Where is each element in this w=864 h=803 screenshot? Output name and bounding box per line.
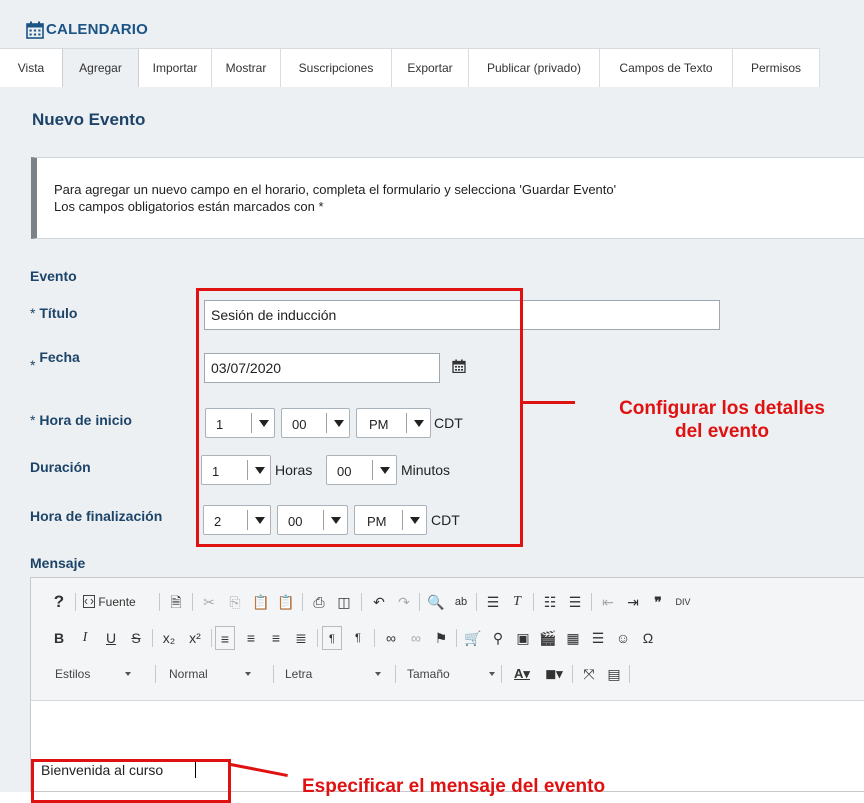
show-blocks-icon[interactable]: ▤ <box>604 662 624 686</box>
editor-toolbar: ? Fuente 🗎 ✂ ⎘ 📋 📋 ⎙ ◫ ↶ ↷ 🔍 ab ☰ T ☷ ☰ … <box>31 578 864 701</box>
event-details-annotation: Configurar los detalles del evento <box>619 398 825 442</box>
section-heading-evento: Evento <box>30 268 77 284</box>
toolbar-row-1: ? Fuente 🗎 ✂ ⎘ 📋 📋 ⎙ ◫ ↶ ↷ 🔍 ab ☰ T ☷ ☰ … <box>51 590 861 614</box>
copy-icon[interactable]: ⎘ <box>225 590 245 614</box>
end-time-label: Hora de finalización <box>30 508 163 524</box>
rtl-icon[interactable]: ¶ <box>348 626 368 650</box>
underline-icon[interactable]: U <box>103 626 119 650</box>
ltr-icon[interactable]: ¶ <box>322 626 342 650</box>
message-highlight-box <box>31 759 231 803</box>
blockquote-icon[interactable]: ❞ <box>648 590 668 614</box>
paste-text-icon[interactable]: 📋 <box>276 590 296 614</box>
tab-exportar[interactable]: Exportar <box>392 49 469 87</box>
tab-bar: Vista Agregar Importar Mostrar Suscripci… <box>0 48 820 87</box>
tab-campos-de-texto[interactable]: Campos de Texto <box>600 49 733 87</box>
instructions-line-1: Para agregar un nuevo campo en el horari… <box>54 182 617 197</box>
message-annotation: Especificar el mensaje del evento <box>302 776 606 797</box>
indent-icon[interactable]: ⇥ <box>623 590 643 614</box>
pin-icon[interactable]: ⚲ <box>488 626 508 650</box>
bulleted-list-icon[interactable]: ☰ <box>565 590 585 614</box>
tab-importar[interactable]: Importar <box>139 49 212 87</box>
font-combo[interactable]: Letra <box>285 662 395 686</box>
image-icon[interactable]: ▣ <box>513 626 533 650</box>
tool-header: CALENDARIO <box>0 8 864 48</box>
tab-agregar[interactable]: Agregar <box>62 49 139 87</box>
help-icon[interactable]: ? <box>51 590 67 614</box>
required-mark: * <box>30 305 36 321</box>
paste-icon[interactable]: 📋 <box>251 590 271 614</box>
tab-vista[interactable]: Vista <box>0 49 63 87</box>
replace-icon[interactable]: ab <box>451 590 471 614</box>
justify-icon[interactable]: ≣ <box>291 626 311 650</box>
calendar-icon <box>26 21 44 39</box>
size-combo[interactable]: Tamaño <box>407 662 497 686</box>
date-label: * Fecha <box>30 349 80 373</box>
chevron-down-icon <box>375 672 381 676</box>
new-page-icon[interactable]: 🗎 <box>166 590 186 614</box>
source-button[interactable]: Fuente <box>83 590 155 614</box>
page-title: Nuevo Evento <box>32 110 146 129</box>
cut-icon[interactable]: ✂ <box>199 590 219 614</box>
maximize-icon[interactable]: ⤧ <box>579 662 599 686</box>
event-details-highlight-box <box>196 288 523 547</box>
start-time-label: * Hora de inicio <box>30 412 132 428</box>
instructions-box: Para agregar un nuevo campo en el horari… <box>31 157 864 239</box>
chevron-down-icon <box>125 672 131 676</box>
message-label: Mensaje <box>30 555 86 571</box>
text-color-icon[interactable]: A▾ <box>509 662 535 686</box>
align-left-icon[interactable]: ≡ <box>215 626 235 650</box>
table-icon[interactable]: ▦ <box>563 626 583 650</box>
bold-icon[interactable]: B <box>51 626 67 650</box>
tab-publicar[interactable]: Publicar (privado) <box>469 49 600 87</box>
toolbar-row-2: B I U S x₂ x² ≡ ≡ ≡ ≣ ¶ ¶ ∞ ∞ ⚑ 🛒 ⚲ ▣ 🎬 … <box>51 626 861 650</box>
horizontal-line-icon[interactable]: ☰ <box>588 626 608 650</box>
tab-permisos[interactable]: Permisos <box>733 49 820 87</box>
required-mark: * <box>30 412 36 428</box>
link-icon[interactable]: ∞ <box>381 626 401 650</box>
shopping-cart-icon[interactable]: 🛒 <box>463 626 483 650</box>
tab-suscripciones[interactable]: Suscripciones <box>281 49 392 87</box>
spellcheck-icon[interactable]: ☰ <box>483 590 503 614</box>
strikethrough-icon[interactable]: S <box>128 626 144 650</box>
print-icon[interactable]: ⎙ <box>309 590 329 614</box>
templates-icon[interactable]: ◫ <box>334 590 354 614</box>
anchor-icon[interactable]: ⚑ <box>431 626 451 650</box>
toolbar-row-3: Estilos Normal Letra Tamaño A▾ ◼▾ ⤧ ▤ <box>51 662 861 686</box>
background-color-icon[interactable]: ◼▾ <box>541 662 567 686</box>
unlink-icon[interactable]: ∞ <box>406 626 426 650</box>
app-title: CALENDARIO <box>46 21 148 38</box>
align-right-icon[interactable]: ≡ <box>266 626 286 650</box>
numbered-list-icon[interactable]: ☷ <box>540 590 560 614</box>
chevron-down-icon <box>245 672 251 676</box>
outdent-icon[interactable]: ⇤ <box>598 590 618 614</box>
superscript-icon[interactable]: x² <box>185 626 205 650</box>
find-icon[interactable]: 🔍 <box>426 590 446 614</box>
tab-mostrar[interactable]: Mostrar <box>212 49 281 87</box>
remove-format-icon[interactable]: T <box>507 590 527 614</box>
chevron-down-icon <box>489 672 495 676</box>
video-icon[interactable]: 🎬 <box>538 626 558 650</box>
redo-icon[interactable]: ↷ <box>394 590 414 614</box>
instructions-line-2: Los campos obligatorios están marcados c… <box>54 199 324 214</box>
undo-icon[interactable]: ↶ <box>369 590 389 614</box>
align-center-icon[interactable]: ≡ <box>241 626 261 650</box>
required-mark: * <box>30 357 36 373</box>
smiley-icon[interactable]: ☺ <box>613 626 633 650</box>
format-combo[interactable]: Normal <box>169 662 269 686</box>
special-character-icon[interactable]: Ω <box>638 626 658 650</box>
source-icon <box>83 595 95 608</box>
page-background: CALENDARIO Vista Agregar Importar Mostra… <box>0 0 864 803</box>
title-label: * Título <box>30 305 78 321</box>
div-container-icon[interactable]: DIV <box>673 590 693 614</box>
styles-combo[interactable]: Estilos <box>55 662 151 686</box>
subscript-icon[interactable]: x₂ <box>159 626 179 650</box>
duration-label: Duración <box>30 459 91 475</box>
italic-icon[interactable]: I <box>77 626 93 650</box>
event-details-callout-line <box>523 401 575 404</box>
